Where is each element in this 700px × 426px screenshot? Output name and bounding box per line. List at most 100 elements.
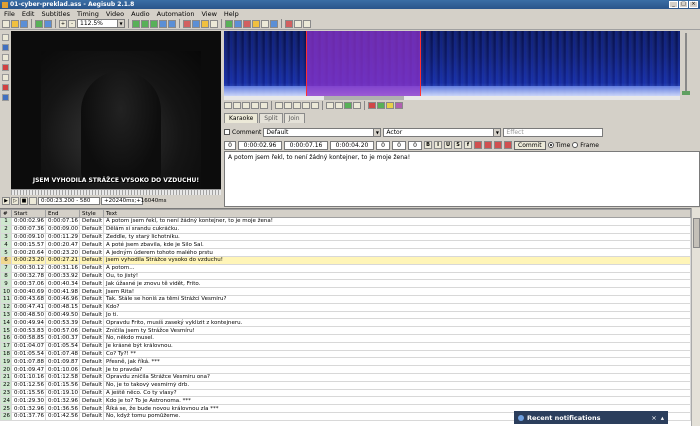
- table-row[interactable]: 5 0:00:20.64 0:00:23.20 Default A jedným úde…: [0, 248, 691, 257]
- audio-start-marker[interactable]: [306, 31, 307, 96]
- table-row[interactable]: 17 0:01:04.07 0:01:05.54 Default Je krásné b…: [0, 341, 691, 351]
- set-end-icon[interactable]: [168, 19, 176, 28]
- play-after-icon[interactable]: [302, 102, 310, 109]
- table-row[interactable]: 14 0:00:49.94 0:00:53.39 Default Opravdu Fri…: [0, 318, 691, 328]
- open-video-icon[interactable]: [35, 19, 43, 28]
- margin-left-field[interactable]: 0: [376, 140, 390, 150]
- video-display[interactable]: JSEM VYHODILA STRÁŽCE VYSOKO DO VZDUCHU!: [11, 31, 221, 189]
- table-row[interactable]: 15 0:00:53.83 0:00:57.06 Default Zničila jse…: [0, 326, 691, 335]
- table-row[interactable]: 22 0:01:12.56 0:01:15.56 Default No, je to t…: [0, 380, 691, 390]
- table-row[interactable]: 3 0:00:09.10 0:00:11.29 Default Zeddle, ty s…: [0, 232, 691, 242]
- table-row[interactable]: 13 0:00:48.50 0:00:49.50 Default Jo ti.: [0, 310, 691, 320]
- clip-icon[interactable]: [1, 84, 9, 91]
- jump-to-video-icon[interactable]: [132, 19, 140, 28]
- actor-select[interactable]: Actor ▼: [383, 127, 502, 137]
- frame-radio[interactable]: [572, 142, 579, 148]
- spectrum-mode-icon[interactable]: [395, 102, 403, 109]
- scale-icon[interactable]: [1, 74, 9, 81]
- notifications-panel[interactable]: Recent notifications × ▴: [514, 411, 668, 424]
- auto-goto-icon[interactable]: [377, 102, 385, 109]
- stop-icon[interactable]: ■: [20, 197, 28, 205]
- table-row[interactable]: 12 0:00:47.41 0:00:48.15 Default Kdo?: [0, 302, 691, 312]
- play-line-icon[interactable]: ▷: [11, 197, 19, 205]
- menu-file[interactable]: File: [4, 10, 15, 18]
- end-time-field[interactable]: 0:00:07.16: [284, 140, 328, 150]
- menu-video[interactable]: Video: [106, 10, 124, 18]
- vector-clip-icon[interactable]: [1, 94, 9, 101]
- table-row[interactable]: 16 0:00:58.85 0:01:00.37 Default No, někdo m…: [0, 333, 691, 343]
- commit-button[interactable]: Commit: [514, 140, 546, 150]
- audio-selection[interactable]: [306, 31, 420, 96]
- margin-vertical-field[interactable]: 0: [408, 140, 422, 150]
- rotate-z-icon[interactable]: [1, 54, 9, 61]
- volume-knob[interactable]: [682, 91, 690, 95]
- auto-scroll-icon[interactable]: [386, 102, 394, 109]
- lead-out-icon[interactable]: [335, 102, 343, 109]
- menu-view[interactable]: View: [201, 10, 216, 18]
- strikeout-icon[interactable]: S: [454, 141, 462, 149]
- table-row[interactable]: 9 0:00:37.06 0:00:40.34 Default Jak úžasné j…: [0, 279, 691, 289]
- open-audio-icon[interactable]: [44, 19, 52, 28]
- grid-tag-hide-icon[interactable]: [303, 19, 311, 28]
- col-style[interactable]: Style: [79, 209, 104, 218]
- jump-to-end-icon[interactable]: [150, 19, 158, 28]
- minimize-icon[interactable]: _: [669, 1, 678, 8]
- jump-to-start-icon[interactable]: [141, 19, 149, 28]
- zoom-in-icon[interactable]: +: [59, 19, 67, 28]
- set-start-icon[interactable]: [159, 19, 167, 28]
- play-icon[interactable]: ▶: [2, 197, 10, 205]
- menu-edit[interactable]: Edit: [22, 10, 35, 18]
- video-seek-bar[interactable]: [11, 189, 221, 195]
- menu-audio[interactable]: Audio: [131, 10, 149, 18]
- audio-scrollbar[interactable]: [224, 96, 680, 100]
- grid-scroll-thumb[interactable]: [693, 218, 700, 248]
- spell-check-icon[interactable]: [270, 19, 278, 28]
- new-file-icon[interactable]: [2, 19, 10, 28]
- comment-checkbox[interactable]: [224, 129, 230, 135]
- audio-end-marker[interactable]: [420, 31, 421, 96]
- play-to-end-icon[interactable]: [311, 102, 319, 109]
- layer-field[interactable]: 0: [224, 140, 236, 150]
- rotate-xy-icon[interactable]: [1, 64, 9, 71]
- table-row[interactable]: 20 0:01:09.47 0:01:10.06 Default Je to pravd…: [0, 365, 691, 374]
- next-line-icon[interactable]: [233, 102, 241, 109]
- col-text[interactable]: Text: [103, 209, 691, 218]
- lead-in-icon[interactable]: [326, 102, 334, 109]
- play-before-icon[interactable]: [275, 102, 283, 109]
- maximize-icon[interactable]: □: [679, 1, 688, 8]
- primary-color-icon[interactable]: [474, 141, 482, 149]
- col-number[interactable]: #: [0, 209, 12, 218]
- table-row[interactable]: 11 0:00:43.68 0:00:46.96 Default Tak. Stále …: [0, 294, 691, 304]
- crosshair-icon[interactable]: [1, 44, 9, 51]
- col-start[interactable]: Start: [11, 209, 46, 218]
- table-row[interactable]: 19 0:01:07.88 0:01:09.87 Default Přesně, jak…: [0, 357, 691, 367]
- table-row[interactable]: 2 0:00:07.36 0:00:09.00 Default Dělám si sra…: [0, 224, 691, 234]
- table-row[interactable]: 6 0:00:23.20 0:00:27.21 Default jsem vyhodil…: [0, 255, 691, 265]
- effect-field[interactable]: Effect: [503, 127, 604, 137]
- start-time-field[interactable]: 0:00:02.96: [238, 140, 282, 150]
- auto-commit-icon[interactable]: [368, 102, 376, 109]
- menu-automation[interactable]: Automation: [157, 10, 195, 18]
- table-row[interactable]: 4 0:00:15.57 0:00:20.47 Default A poté jsem …: [0, 240, 691, 250]
- time-radio[interactable]: [547, 142, 554, 148]
- resample-icon[interactable]: [234, 19, 242, 28]
- italic-icon[interactable]: I: [434, 141, 442, 149]
- table-row[interactable]: 7 0:00:30.12 0:00:31.16 Default A potom...: [0, 263, 691, 273]
- table-row[interactable]: 8 0:00:32.78 0:00:33.92 Default Ou, to jistý…: [0, 271, 691, 281]
- kanji-timer-icon[interactable]: [252, 19, 260, 28]
- play-selection-icon[interactable]: [242, 102, 250, 109]
- underline-icon[interactable]: U: [444, 141, 452, 149]
- open-folder-icon[interactable]: [11, 19, 19, 28]
- table-row[interactable]: 10 0:00:40.69 0:00:41.98 Default Jsem Rita!: [0, 287, 691, 296]
- save-icon[interactable]: [20, 19, 28, 28]
- prev-line-icon[interactable]: [224, 102, 232, 109]
- pointer-icon[interactable]: [1, 34, 9, 41]
- grid-scrollbar[interactable]: [691, 208, 700, 426]
- table-row[interactable]: 23 0:01:15.56 0:01:19.10 Default A ještě něc…: [0, 388, 691, 398]
- audio-spectrum-display[interactable]: [224, 31, 680, 96]
- close-icon[interactable]: ×: [689, 1, 698, 8]
- video-position-field[interactable]: 0:00:23.200 - 580: [38, 197, 100, 205]
- attachments-icon[interactable]: [201, 19, 209, 28]
- properties-icon[interactable]: [192, 19, 200, 28]
- duration-field[interactable]: 0:00:04.20: [330, 140, 374, 150]
